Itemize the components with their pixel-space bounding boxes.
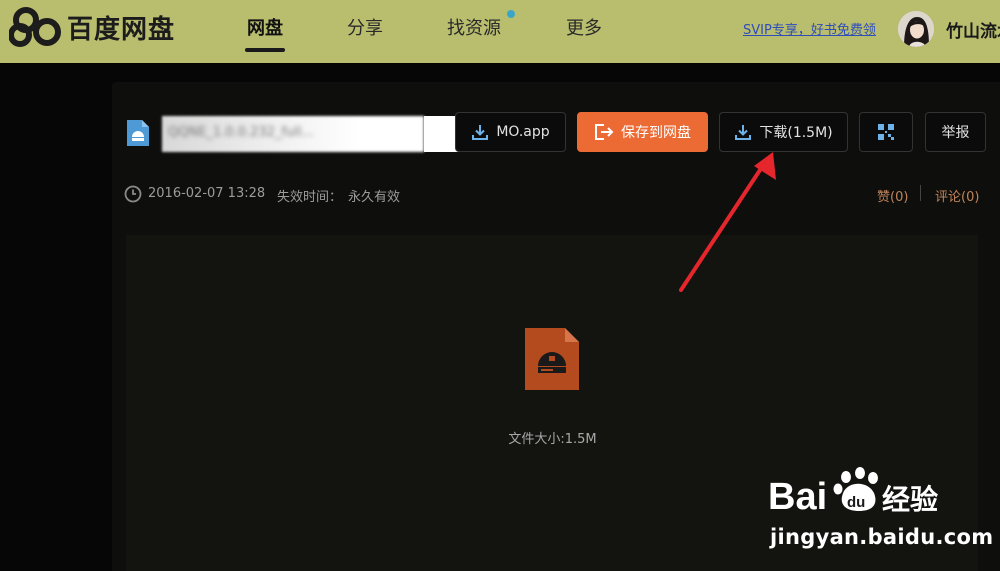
file-name: QQNE_1.0.0.232_full... [168, 125, 314, 140]
svip-promo-link[interactable]: SVIP专享，好书免费领 [743, 19, 876, 38]
download-icon [735, 125, 752, 140]
like-link[interactable]: 赞(0) [877, 186, 908, 205]
baidu-jingyan-watermark-icon: Bai du 经验 [768, 467, 938, 518]
report-label: 举报 [941, 125, 970, 141]
share-date: 2016-02-07 13:28 [148, 186, 266, 201]
nav-tab-find-resources[interactable]: 找资源 [447, 14, 501, 40]
qr-code-button[interactable] [859, 112, 913, 152]
baidu-netdisk-logo[interactable]: 百度网盘 [9, 7, 175, 47]
svg-text:Bai: Bai [768, 476, 827, 518]
nav-tab-more[interactable]: 更多 [566, 14, 602, 40]
save-export-icon [595, 124, 614, 140]
file-size-label: 文件大小:1.5M [508, 432, 597, 447]
save-to-netdisk-button[interactable]: 保存到网盘 [577, 112, 708, 152]
svg-text:经验: 经验 [882, 483, 938, 516]
mo-app-label: MO.app [496, 124, 550, 140]
download-button[interactable]: 下载(1.5M) [719, 112, 848, 152]
nav-active-indicator [245, 48, 285, 52]
svg-text:du: du [847, 494, 865, 511]
disk-image-icon [125, 118, 151, 152]
expire-value: 永久有效 [348, 190, 401, 205]
watermark-url: jingyan.baidu.com [770, 525, 994, 549]
top-header: 百度网盘 网盘 分享 找资源 更多 SVIP专享，好书免费领 竹山流水 [0, 0, 1000, 63]
download-icon [472, 125, 489, 140]
disk-image-preview-icon [523, 326, 581, 396]
download-mo-app-button[interactable]: MO.app [455, 112, 566, 152]
avatar-image-icon [898, 11, 934, 47]
user-name[interactable]: 竹山流水 [946, 17, 1000, 42]
save-label: 保存到网盘 [621, 125, 691, 141]
nav-tab-netdisk[interactable]: 网盘 [247, 14, 283, 40]
clock-icon [124, 185, 142, 207]
meta-divider [920, 185, 921, 201]
comment-link[interactable]: 评论(0) [935, 186, 979, 205]
cloud-logo-icon [9, 7, 61, 47]
new-dot-badge [507, 10, 515, 18]
report-button[interactable]: 举报 [925, 112, 986, 152]
download-label: 下载(1.5M) [759, 125, 833, 141]
expire-label: 失效时间： [277, 190, 343, 205]
qr-code-icon [878, 124, 894, 140]
nav-tab-share[interactable]: 分享 [347, 14, 383, 40]
logo-text: 百度网盘 [67, 14, 176, 45]
user-avatar[interactable] [898, 11, 934, 47]
